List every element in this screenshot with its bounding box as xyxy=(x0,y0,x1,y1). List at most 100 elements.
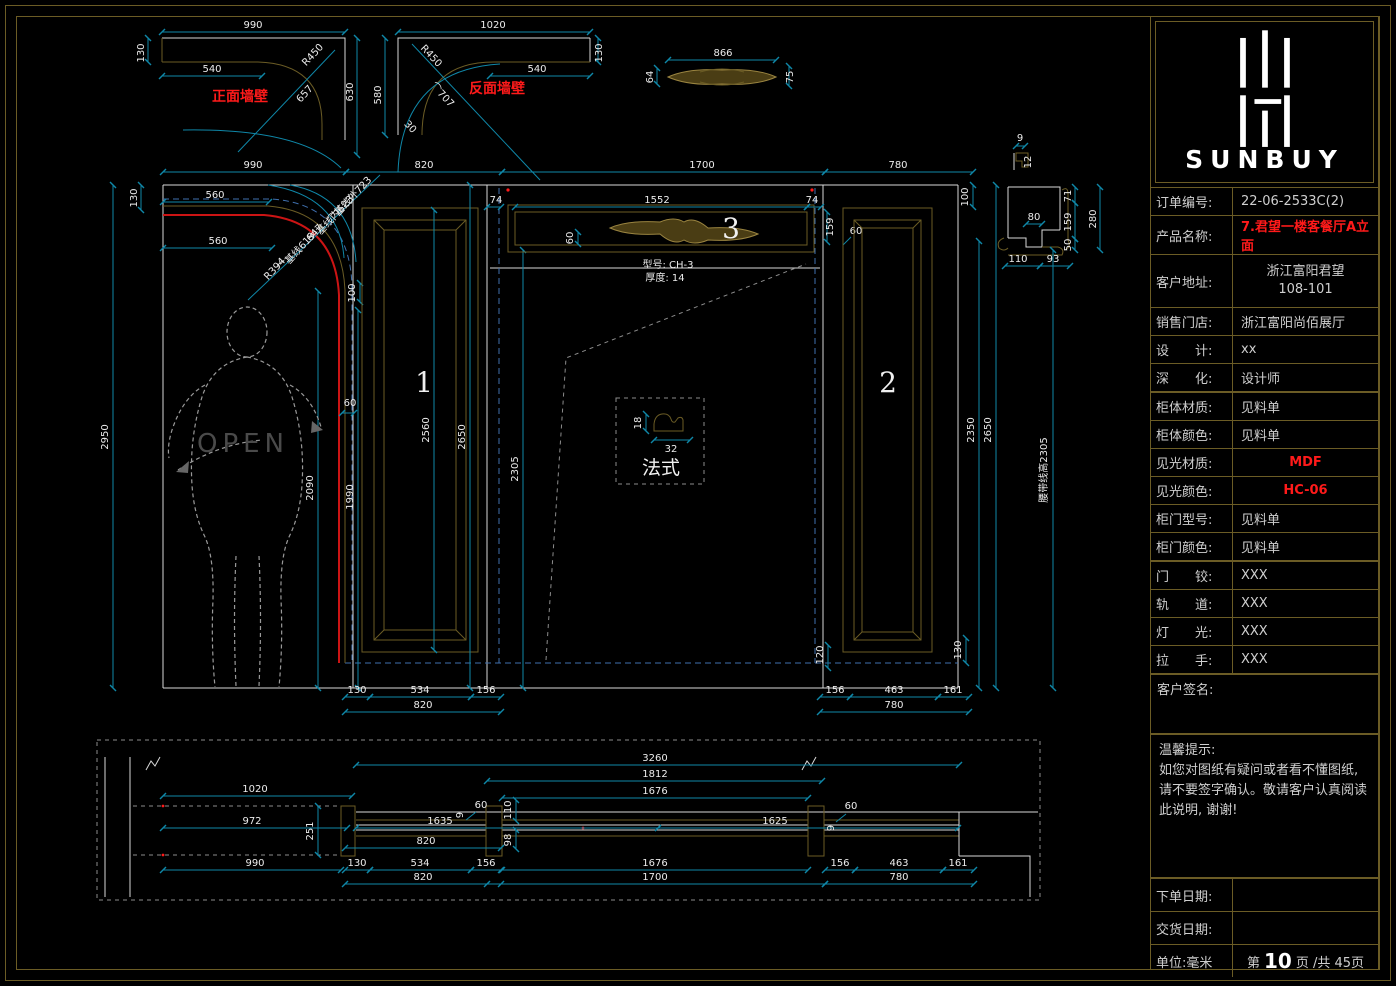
dim-label: 1676 xyxy=(642,786,667,797)
dim-label: 1700 xyxy=(642,872,667,883)
field-label: 柜门型号: xyxy=(1151,505,1233,532)
dim-label: 463 xyxy=(884,685,903,696)
dim-label: 2950 xyxy=(100,424,111,449)
dim-label: 18 xyxy=(633,417,644,430)
dim-label: 75 xyxy=(785,71,796,84)
dim-label: 2305 xyxy=(510,456,521,481)
dim-label: 161 xyxy=(948,858,967,869)
customer-signature-area[interactable]: 客户签名: xyxy=(1151,673,1378,733)
dim-label: 12 xyxy=(1023,156,1034,169)
dim-label: 130 xyxy=(347,858,366,869)
tb-row-store: 销售门店: 浙江富阳尚佰展厅 xyxy=(1151,307,1378,335)
tb-row-product-name: 产品名称: 7.君望一楼客餐厅A立面 xyxy=(1151,215,1378,254)
dim-label: 74 xyxy=(490,195,503,206)
field-value: XXX xyxy=(1233,590,1378,617)
dim-label: 3260 xyxy=(642,753,667,764)
field-label: 下单日期: xyxy=(1151,879,1233,911)
dim-label: 866 xyxy=(713,48,732,59)
field-label: 设 计: xyxy=(1151,336,1233,363)
trim-detail: 9 12 xyxy=(1014,133,1034,170)
title-block: SUNBUY 订单编号: 22-06-2533C(2) 产品名称: 7.君望一楼… xyxy=(1150,16,1379,970)
notice-block: 温馨提示: 如您对图纸有疑问或者看不懂图纸, 请不要签字确认。敬请客户认真阅读此… xyxy=(1151,733,1378,877)
dim-label: R450 xyxy=(300,42,326,69)
dim-label: 820 xyxy=(414,160,433,171)
dim-label: 159 xyxy=(825,217,836,236)
field-label: 柜门颜色: xyxy=(1151,533,1233,560)
dim-label: 780 xyxy=(888,160,907,171)
dim-label: 9 xyxy=(455,812,466,818)
dim-label: 50 xyxy=(1063,239,1074,252)
signature-label: 客户签名: xyxy=(1157,683,1213,698)
tb-row-visible-color: 见光颜色: HC-06 xyxy=(1151,476,1378,504)
dim-label: 2560 xyxy=(421,417,432,442)
dim-label: 110 xyxy=(503,800,514,819)
dim-label: 820 xyxy=(413,872,432,883)
field-label: 门 铰: xyxy=(1151,562,1233,589)
tb-row-lighting: 灯 光: XXX xyxy=(1151,617,1378,645)
dim-label: 9 xyxy=(826,825,837,831)
tb-row-handle: 拉 手: XXX xyxy=(1151,645,1378,673)
field-value: 7.君望一楼客餐厅A立面 xyxy=(1233,216,1378,254)
page-info: 第10页 /共 45页 xyxy=(1233,945,1378,977)
dim-label: 156 xyxy=(830,858,849,869)
unit-label: 单位:毫米 xyxy=(1151,945,1233,977)
dim-label: 2650 xyxy=(457,424,468,449)
panel-number: 3 xyxy=(722,212,740,245)
tb-row-customer-address: 客户地址: 浙江富阳君望 108-101 xyxy=(1151,254,1378,307)
dim-label: 540 xyxy=(202,64,221,75)
field-value: MDF xyxy=(1233,449,1378,476)
field-label: 深 化: xyxy=(1151,364,1233,391)
dim-label: 280 xyxy=(1088,209,1099,228)
page-number: 10 xyxy=(1262,949,1294,973)
dim-label: 腰带线高2305 xyxy=(1037,437,1050,502)
dim-label: 534 xyxy=(410,685,429,696)
tb-row-track: 轨 道: XXX xyxy=(1151,589,1378,617)
tb-row-detailer: 深 化: 设计师 xyxy=(1151,363,1378,391)
field-value: xx xyxy=(1233,336,1378,363)
notice-title: 温馨提示: xyxy=(1159,741,1370,761)
dim-label: 80 xyxy=(1028,212,1041,223)
dim-label: 990 xyxy=(243,20,262,31)
tb-row-door-model: 柜门型号: 见料单 xyxy=(1151,504,1378,532)
dim-label: 156 xyxy=(476,685,495,696)
field-value: 22-06-2533C(2) xyxy=(1233,188,1378,215)
dim-label: 534 xyxy=(410,858,429,869)
dim-label: 990 xyxy=(245,858,264,869)
dim-label: 780 xyxy=(889,872,908,883)
dim-label: 820 xyxy=(413,700,432,711)
dim-label: 32 xyxy=(665,444,678,455)
dim-label: 130 xyxy=(129,188,140,207)
logo-wordmark: SUNBUY xyxy=(1156,145,1373,174)
field-value: 见料单 xyxy=(1233,421,1378,448)
dim-label: 130 xyxy=(953,640,964,659)
field-label: 客户地址: xyxy=(1151,255,1233,307)
dim-label: ⌒707 xyxy=(428,80,457,109)
dim-label: 2350 xyxy=(966,417,977,442)
tb-row-order-no: 订单编号: 22-06-2533C(2) xyxy=(1151,187,1378,215)
field-value: 浙江富阳尚佰展厅 xyxy=(1233,308,1378,335)
field-value: HC-06 xyxy=(1233,477,1378,504)
dim-label: 130 xyxy=(347,685,366,696)
dim-label: 100 xyxy=(960,187,971,206)
field-value: 浙江富阳君望 108-101 xyxy=(1233,263,1378,298)
style-label: 法式 xyxy=(642,457,680,479)
dim-label: 156 xyxy=(825,685,844,696)
dim-label: 972 xyxy=(242,816,261,827)
dim-label: 120 xyxy=(815,645,826,664)
dim-label: 560 xyxy=(205,190,224,201)
field-label: 柜体颜色: xyxy=(1151,421,1233,448)
person-figure: OPEN xyxy=(168,307,323,687)
field-value: XXX xyxy=(1233,562,1378,589)
dim-label: 1635 xyxy=(427,816,452,827)
dim-label: 820 xyxy=(416,836,435,847)
dim-label: 1990 xyxy=(345,484,356,509)
notice-body: 如您对图纸有疑问或者看不懂图纸, 请不要签字确认。敬请客户认真阅读此说明, 谢谢… xyxy=(1159,761,1370,821)
field-value: 见料单 xyxy=(1233,533,1378,560)
dim-label: 463 xyxy=(889,858,908,869)
dim-label: 1552 xyxy=(644,195,669,206)
field-label: 订单编号: xyxy=(1151,188,1233,215)
dim-label: R450 xyxy=(418,43,444,70)
field-label: 灯 光: xyxy=(1151,618,1233,645)
dim-label: 110 xyxy=(1008,254,1027,265)
dim-label: 71 xyxy=(1063,190,1074,203)
